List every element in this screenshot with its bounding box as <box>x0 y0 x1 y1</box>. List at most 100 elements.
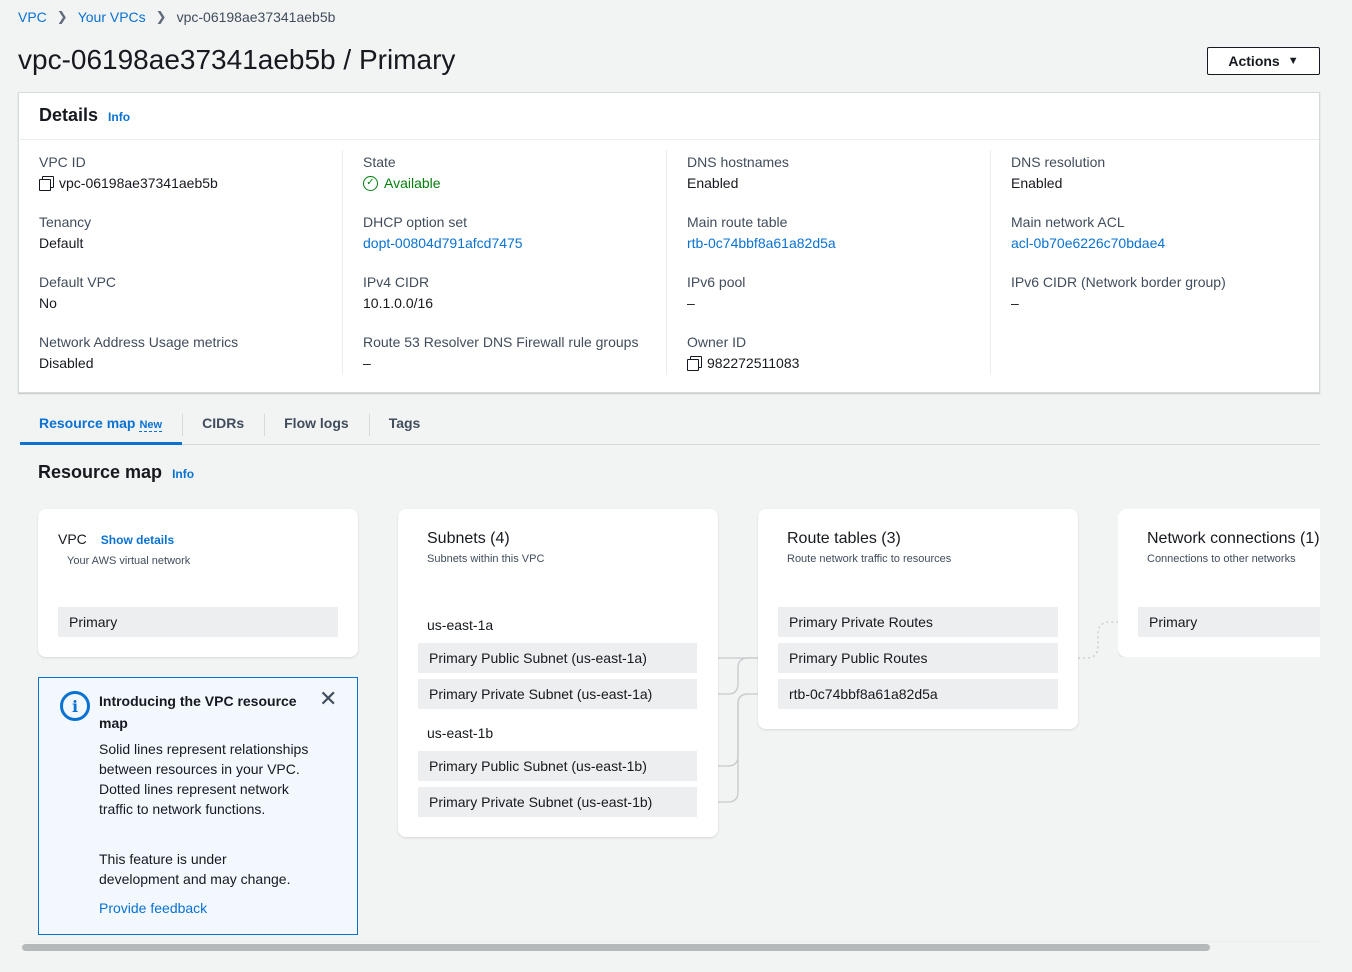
actions-label: Actions <box>1228 53 1280 69</box>
provide-feedback-link[interactable]: Provide feedback <box>99 900 207 916</box>
alert-body-secondary: This feature is under development and ma… <box>99 851 291 887</box>
tab-resource-map[interactable]: Resource map New <box>20 405 183 445</box>
page-title: vpc-06198ae37341aeb5b / Primary <box>18 44 456 75</box>
route-table-node[interactable]: Primary Public Routes <box>778 643 1058 673</box>
subnet-node[interactable]: Primary Private Subnet (us-east-1a) <box>418 679 697 709</box>
details-column-1: VPC ID vpc-06198ae37341aeb5b Tenancy Def… <box>19 150 343 375</box>
dns-resolution-value: Enabled <box>1011 175 1063 191</box>
network-connections-subtitle: Connections to other networks <box>1147 553 1296 565</box>
network-connection-node[interactable]: Primary <box>1138 607 1320 637</box>
default-vpc-value: No <box>39 295 57 311</box>
route-tables-title: Route tables (3) <box>787 530 901 547</box>
field-label: Default VPC <box>39 274 117 290</box>
copy-icon[interactable] <box>39 176 54 191</box>
details-column-2: State ✓ Available DHCP option set dopt-00… <box>343 150 667 375</box>
details-header: Details Info <box>19 93 1319 140</box>
field-label: Tenancy <box>39 214 92 230</box>
resource-map-title: Resource map <box>38 462 163 482</box>
scrollbar-thumb[interactable] <box>22 944 1210 951</box>
field-label: DNS hostnames <box>687 154 789 170</box>
field-label: DNS resolution <box>1011 154 1106 170</box>
dhcp-option-set-link[interactable]: dopt-00804d791afcd7475 <box>363 232 646 254</box>
field-label: IPv4 CIDR <box>363 274 430 290</box>
field-label: VPC ID <box>39 154 86 170</box>
ipv6-cidr-value: – <box>1011 295 1019 311</box>
field-nau-metrics: Network Address Usage metrics Disabled <box>39 330 322 390</box>
main-network-acl-link[interactable]: acl-0b70e6226c70bdae4 <box>1011 232 1295 254</box>
ipv6-pool-value: – <box>687 295 695 311</box>
resource-map-intro-alert: i Introducing the VPC resource map ✕ Sol… <box>38 677 358 935</box>
breadcrumb-current: vpc-06198ae37341aeb5b <box>176 9 336 25</box>
tab-flow-logs[interactable]: Flow logs <box>264 405 369 444</box>
breadcrumb-your-vpcs[interactable]: Your VPCs <box>78 9 146 25</box>
breadcrumb-vpc[interactable]: VPC <box>18 9 47 25</box>
field-dhcp: DHCP option set dopt-00804d791afcd7475 <box>363 210 646 270</box>
field-dns-resolution: DNS resolution Enabled <box>1011 150 1295 210</box>
field-vpc-id: VPC ID vpc-06198ae37341aeb5b <box>39 150 322 210</box>
field-label: Main network ACL <box>1011 214 1125 230</box>
vpc-node-primary[interactable]: Primary <box>58 607 338 637</box>
details-panel: Details Info VPC ID vpc-06198ae37341aeb5… <box>18 92 1320 393</box>
info-icon: i <box>60 691 90 721</box>
field-default-vpc: Default VPC No <box>39 270 322 330</box>
subnets-subtitle: Subnets within this VPC <box>427 553 545 565</box>
field-dns-firewall: Route 53 Resolver DNS Firewall rule grou… <box>363 330 646 390</box>
field-label: IPv6 CIDR (Network border group) <box>1011 274 1226 290</box>
field-main-route-table: Main route table rtb-0c74bbf8a61a82d5a <box>687 210 970 270</box>
vpc-card-title: VPC <box>58 531 87 547</box>
field-ipv4-cidr: IPv4 CIDR 10.1.0.0/16 <box>363 270 646 330</box>
route-table-node[interactable]: Primary Private Routes <box>778 607 1058 637</box>
dns-firewall-value: – <box>363 355 371 371</box>
field-label: State <box>363 154 396 170</box>
alert-title: Introducing the VPC resource map <box>99 693 297 731</box>
owner-id-value: 982272511083 <box>707 355 800 371</box>
details-info-link[interactable]: Info <box>108 110 130 124</box>
route-tables-subtitle: Route network traffic to resources <box>787 553 952 565</box>
subnet-node[interactable]: Primary Public Subnet (us-east-1a) <box>418 643 697 673</box>
field-ipv6-pool: IPv6 pool – <box>687 270 970 330</box>
network-connections-clip: Network connections (1) Connections to o… <box>1118 509 1320 657</box>
nau-metrics-value: Disabled <box>39 355 94 371</box>
field-state: State ✓ Available <box>363 150 646 210</box>
actions-button[interactable]: Actions ▼ <box>1207 47 1320 75</box>
subnet-node[interactable]: Primary Private Subnet (us-east-1b) <box>418 787 697 817</box>
breadcrumb: VPC ❯ Your VPCs ❯ vpc-06198ae37341aeb5b <box>18 9 335 25</box>
ipv4-cidr-value: 10.1.0.0/16 <box>363 295 434 311</box>
az-label: us-east-1b <box>427 725 494 741</box>
tab-cidrs[interactable]: CIDRs <box>182 405 264 444</box>
field-main-nacl: Main network ACL acl-0b70e6226c70bdae4 <box>1011 210 1295 270</box>
tenancy-value: Default <box>39 235 84 251</box>
subnet-node[interactable]: Primary Public Subnet (us-east-1b) <box>418 751 697 781</box>
tab-bar: Resource map New CIDRs Flow logs Tags <box>20 405 1320 445</box>
route-table-node[interactable]: rtb-0c74bbf8a61a82d5a <box>778 679 1058 709</box>
subnets-card: Subnets (4) Subnets within this VPC us-e… <box>398 509 718 837</box>
subnets-title: Subnets (4) <box>427 530 510 547</box>
dns-hostnames-value: Enabled <box>687 175 739 191</box>
tab-label: Resource map <box>39 415 136 431</box>
field-label: Main route table <box>687 214 788 230</box>
field-label: Route 53 Resolver DNS Firewall rule grou… <box>363 334 639 350</box>
alert-body: Solid lines represent relationships betw… <box>99 741 309 817</box>
close-icon[interactable]: ✕ <box>319 688 337 710</box>
details-column-3: DNS hostnames Enabled Main route table r… <box>667 150 991 375</box>
field-tenancy: Tenancy Default <box>39 210 322 270</box>
caret-down-icon: ▼ <box>1287 55 1299 67</box>
field-dns-hostnames: DNS hostnames Enabled <box>687 150 970 210</box>
resource-map-header: Resource map Info <box>38 462 194 483</box>
state-value: Available <box>384 175 441 191</box>
chevron-right-icon: ❯ <box>56 9 68 24</box>
field-label: DHCP option set <box>363 214 468 230</box>
field-label: Network Address Usage metrics <box>39 334 239 350</box>
vpc-id-value: vpc-06198ae37341aeb5b <box>59 175 218 191</box>
tab-tags[interactable]: Tags <box>368 405 441 444</box>
network-connections-title: Network connections (1) <box>1147 530 1320 547</box>
main-route-table-link[interactable]: rtb-0c74bbf8a61a82d5a <box>687 232 970 254</box>
resource-map-info-link[interactable]: Info <box>172 467 194 481</box>
show-details-link[interactable]: Show details <box>101 533 174 547</box>
route-tables-card: Route tables (3) Route network traffic t… <box>758 509 1078 729</box>
horizontal-scrollbar[interactable] <box>20 941 1320 952</box>
vpc-card-subtitle: Your AWS virtual network <box>67 555 191 567</box>
vpc-card: VPC Show details Your AWS virtual networ… <box>38 509 358 657</box>
details-title: Details <box>39 105 99 125</box>
copy-icon[interactable] <box>687 356 702 371</box>
